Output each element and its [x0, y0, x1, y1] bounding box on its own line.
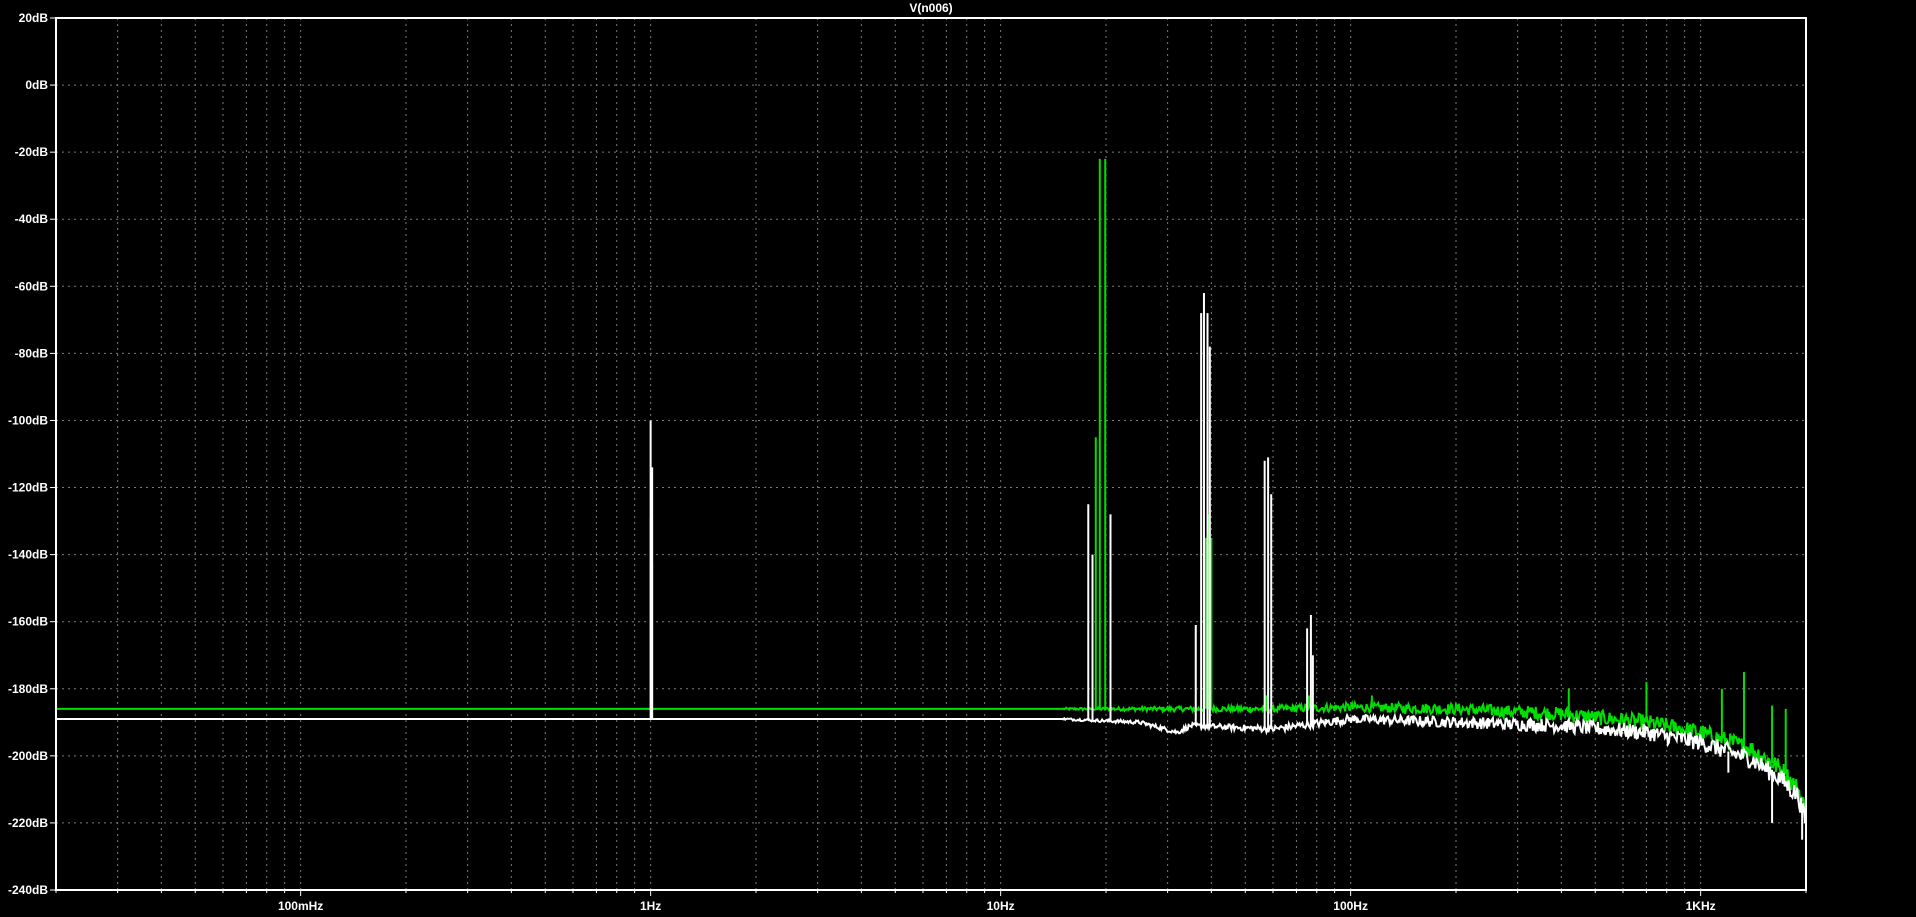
y-tick-label: -220dB	[8, 816, 48, 830]
x-tick-label: 100mHz	[278, 899, 323, 913]
chart-svg: 20dB 0dB -20dB -40dB -60dB -80dB -100dB -120dB -…	[0, 0, 1916, 917]
y-tick-label: -120dB	[8, 481, 48, 495]
y-tick-label: -20dB	[15, 145, 49, 159]
y-tick-label: -140dB	[8, 548, 48, 562]
y-tick-label: -200dB	[8, 749, 48, 763]
y-tick-label: 0dB	[25, 78, 48, 92]
x-tick-label: 100Hz	[1333, 899, 1368, 913]
x-tick-label: 10Hz	[987, 899, 1015, 913]
chart-background	[0, 0, 1916, 917]
chart-title: V(n006)	[909, 1, 952, 15]
x-tick-label: 1KHz	[1686, 899, 1716, 913]
y-tick-label: -100dB	[8, 413, 48, 427]
y-tick-label: -80dB	[15, 346, 49, 360]
y-tick-label: -40dB	[15, 212, 49, 226]
y-tick-label: -180dB	[8, 682, 48, 696]
x-tick-label: 1Hz	[640, 899, 661, 913]
y-tick-label: -160dB	[8, 615, 48, 629]
y-tick-label: -60dB	[15, 279, 49, 293]
y-tick-label: 20dB	[19, 11, 49, 25]
y-tick-label: -240dB	[8, 883, 48, 897]
